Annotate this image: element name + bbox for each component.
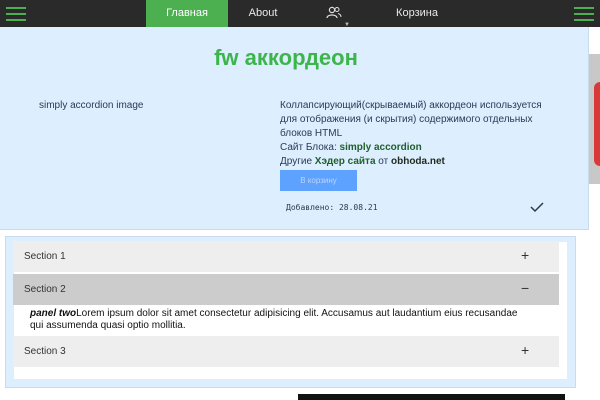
section-label: Section 3 — [24, 346, 66, 357]
nav-item-home[interactable]: Главная — [146, 0, 228, 27]
menu-left-icon[interactable] — [6, 7, 26, 21]
nav-item-cart[interactable]: Корзина — [368, 0, 466, 27]
author-link[interactable]: obhoda.net — [391, 156, 445, 167]
section-label: Section 1 — [24, 251, 66, 262]
menu-right-icon[interactable] — [574, 7, 594, 21]
other-prefix: Другие — [280, 156, 315, 167]
nav-menu: Главная About ▼ Корзина — [146, 0, 466, 28]
side-preview — [589, 54, 600, 184]
panel-title: panel two — [30, 308, 77, 319]
other-link[interactable]: Хэдер сайта — [315, 156, 376, 167]
product-description: Коллапсирующий(скрываемый) аккордеон исп… — [280, 99, 550, 169]
section-label: Section 2 — [24, 284, 66, 295]
add-to-cart-button[interactable]: В корзину — [280, 170, 357, 191]
panel-text: Lorem ipsum dolor sit amet consectetur a… — [30, 308, 518, 331]
product-card: fw аккордеон simply accordion image Колл… — [0, 27, 589, 230]
footer-bar — [298, 394, 565, 400]
accordion-section-3[interactable]: Section 3 + — [13, 336, 559, 367]
accordion-section-2[interactable]: Section 2 − — [13, 274, 559, 305]
added-date: Добавлено: 28.08.21 — [286, 203, 378, 212]
minus-icon: − — [521, 280, 530, 296]
accordion-section-1[interactable]: Section 1 + — [13, 241, 559, 272]
description-text: Коллапсирующий(скрываемый) аккордеон исп… — [280, 100, 542, 139]
site-line: Сайт Блока: simply accordion — [280, 141, 550, 155]
other-mid: от — [375, 156, 391, 167]
nav-item-about[interactable]: About — [228, 0, 298, 27]
plus-icon: + — [521, 342, 530, 358]
check-icon — [530, 202, 544, 213]
side-preview-accent — [594, 82, 600, 166]
nav-item-users[interactable]: ▼ — [298, 0, 368, 28]
site-prefix: Сайт Блока: — [280, 142, 340, 153]
site-link[interactable]: simply accordion — [340, 142, 422, 153]
accordion-panel: panel twoLorem ipsum dolor sit amet cons… — [30, 308, 530, 332]
plus-icon: + — [521, 247, 530, 263]
top-nav: Главная About ▼ Корзина — [0, 0, 600, 28]
users-icon — [326, 6, 342, 19]
other-line: Другие Хэдер сайта от obhoda.net — [280, 155, 550, 169]
page-title: fw аккордеон — [214, 45, 358, 70]
product-image-alt: simply accordion image — [39, 100, 144, 111]
